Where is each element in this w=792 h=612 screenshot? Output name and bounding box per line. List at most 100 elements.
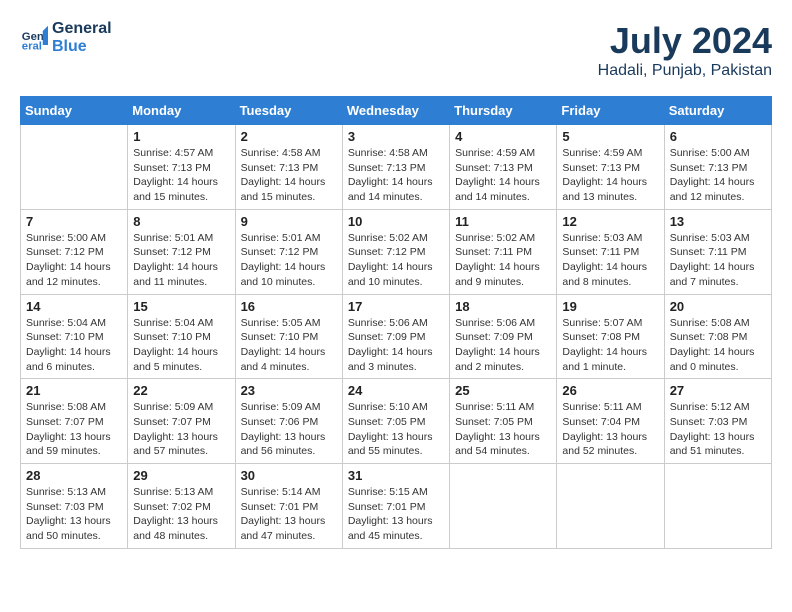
day-info: Sunrise: 5:14 AMSunset: 7:01 PMDaylight:… [241, 485, 337, 544]
calendar-cell: 14Sunrise: 5:04 AMSunset: 7:10 PMDayligh… [21, 294, 128, 379]
calendar-cell: 20 Sunrise: 5:08 AMSunset: 7:08 PMDayligh… [664, 294, 771, 379]
day-info: Sunrise: 5:06 AMSunset: 7:09 PMDaylight:… [348, 316, 444, 375]
calendar-cell: 25Sunrise: 5:11 AMSunset: 7:05 PMDayligh… [450, 379, 557, 464]
title-area: July 2024 Hadali, Punjab, Pakistan [598, 20, 772, 80]
calendar-header-row: SundayMondayTuesdayWednesdayThursdayFrid… [21, 97, 772, 125]
calendar-cell: 19Sunrise: 5:07 AMSunset: 7:08 PMDayligh… [557, 294, 664, 379]
day-info: Sunrise: 5:13 AMSunset: 7:03 PMDaylight:… [26, 485, 122, 544]
day-number: 26 [562, 383, 658, 398]
day-number: 28 [26, 468, 122, 483]
day-number: 7 [26, 214, 122, 229]
day-info: Sunrise: 5:04 AMSunset: 7:10 PMDaylight:… [133, 316, 229, 375]
day-info: Sunrise: 4:59 AMSunset: 7:13 PMDaylight:… [562, 146, 658, 205]
calendar-cell: 24 Sunrise: 5:10 AMSunset: 7:05 PMDayligh… [342, 379, 449, 464]
day-info: Sunrise: 5:00 AMSunset: 7:13 PMDaylight:… [670, 146, 766, 205]
calendar-cell: 10Sunrise: 5:02 AMSunset: 7:12 PMDayligh… [342, 209, 449, 294]
calendar-cell: 22 Sunrise: 5:09 AMSunset: 7:07 PMDayligh… [128, 379, 235, 464]
day-number: 16 [241, 299, 337, 314]
weekday-header: Thursday [450, 97, 557, 125]
calendar-cell: 3 Sunrise: 4:58 AMSunset: 7:13 PMDaylight… [342, 125, 449, 210]
weekday-header: Saturday [664, 97, 771, 125]
day-number: 20 [670, 299, 766, 314]
calendar-cell: 5 Sunrise: 4:59 AMSunset: 7:13 PMDaylight… [557, 125, 664, 210]
calendar-cell: 17 Sunrise: 5:06 AMSunset: 7:09 PMDayligh… [342, 294, 449, 379]
calendar-cell: 15 Sunrise: 5:04 AMSunset: 7:10 PMDayligh… [128, 294, 235, 379]
day-info: Sunrise: 5:01 AMSunset: 7:12 PMDaylight:… [241, 231, 337, 290]
day-info: Sunrise: 5:02 AMSunset: 7:11 PMDaylight:… [455, 231, 551, 290]
calendar-week-row: 7Sunrise: 5:00 AMSunset: 7:12 PMDaylight… [21, 209, 772, 294]
day-info: Sunrise: 4:58 AMSunset: 7:13 PMDaylight:… [348, 146, 444, 205]
day-info: Sunrise: 5:03 AMSunset: 7:11 PMDaylight:… [670, 231, 766, 290]
calendar-cell: 18Sunrise: 5:06 AMSunset: 7:09 PMDayligh… [450, 294, 557, 379]
calendar-cell [557, 464, 664, 549]
calendar-cell: 27 Sunrise: 5:12 AMSunset: 7:03 PMDayligh… [664, 379, 771, 464]
day-info: Sunrise: 5:02 AMSunset: 7:12 PMDaylight:… [348, 231, 444, 290]
calendar-cell [664, 464, 771, 549]
day-number: 6 [670, 129, 766, 144]
calendar-cell: 8 Sunrise: 5:01 AMSunset: 7:12 PMDaylight… [128, 209, 235, 294]
day-info: Sunrise: 5:03 AMSunset: 7:11 PMDaylight:… [562, 231, 658, 290]
weekday-header: Monday [128, 97, 235, 125]
calendar-cell [450, 464, 557, 549]
day-info: Sunrise: 4:59 AMSunset: 7:13 PMDaylight:… [455, 146, 551, 205]
calendar-cell: 16 Sunrise: 5:05 AMSunset: 7:10 PMDayligh… [235, 294, 342, 379]
calendar-cell: 13 Sunrise: 5:03 AMSunset: 7:11 PMDayligh… [664, 209, 771, 294]
calendar-cell: 26 Sunrise: 5:11 AMSunset: 7:04 PMDayligh… [557, 379, 664, 464]
weekday-header: Tuesday [235, 97, 342, 125]
day-info: Sunrise: 5:09 AMSunset: 7:06 PMDaylight:… [241, 400, 337, 459]
day-info: Sunrise: 5:10 AMSunset: 7:05 PMDaylight:… [348, 400, 444, 459]
day-number: 12 [562, 214, 658, 229]
calendar-cell: 1Sunrise: 4:57 AMSunset: 7:13 PMDaylight… [128, 125, 235, 210]
logo-icon: Gen eral [20, 24, 48, 52]
weekday-header: Sunday [21, 97, 128, 125]
weekday-header: Wednesday [342, 97, 449, 125]
logo: Gen eral General Blue [20, 20, 112, 55]
calendar-cell: 9Sunrise: 5:01 AMSunset: 7:12 PMDaylight… [235, 209, 342, 294]
calendar-cell: 30 Sunrise: 5:14 AMSunset: 7:01 PMDayligh… [235, 464, 342, 549]
day-info: Sunrise: 4:57 AMSunset: 7:13 PMDaylight:… [133, 146, 229, 205]
day-info: Sunrise: 5:05 AMSunset: 7:10 PMDaylight:… [241, 316, 337, 375]
calendar-week-row: 21Sunrise: 5:08 AMSunset: 7:07 PMDayligh… [21, 379, 772, 464]
day-number: 15 [133, 299, 229, 314]
svg-text:eral: eral [22, 40, 42, 52]
day-info: Sunrise: 5:08 AMSunset: 7:08 PMDaylight:… [670, 316, 766, 375]
calendar-cell [21, 125, 128, 210]
day-number: 11 [455, 214, 551, 229]
calendar-week-row: 14Sunrise: 5:04 AMSunset: 7:10 PMDayligh… [21, 294, 772, 379]
calendar-cell: 4Sunrise: 4:59 AMSunset: 7:13 PMDaylight… [450, 125, 557, 210]
calendar-cell: 7Sunrise: 5:00 AMSunset: 7:12 PMDaylight… [21, 209, 128, 294]
day-number: 24 [348, 383, 444, 398]
logo-blue: Blue [52, 38, 112, 56]
day-info: Sunrise: 5:15 AMSunset: 7:01 PMDaylight:… [348, 485, 444, 544]
calendar-cell: 28 Sunrise: 5:13 AMSunset: 7:03 PMDayligh… [21, 464, 128, 549]
day-number: 29 [133, 468, 229, 483]
day-number: 21 [26, 383, 122, 398]
day-number: 17 [348, 299, 444, 314]
day-info: Sunrise: 5:09 AMSunset: 7:07 PMDaylight:… [133, 400, 229, 459]
day-info: Sunrise: 5:04 AMSunset: 7:10 PMDaylight:… [26, 316, 122, 375]
day-info: Sunrise: 5:13 AMSunset: 7:02 PMDaylight:… [133, 485, 229, 544]
day-number: 22 [133, 383, 229, 398]
day-number: 2 [241, 129, 337, 144]
calendar-cell: 2Sunrise: 4:58 AMSunset: 7:13 PMDaylight… [235, 125, 342, 210]
calendar-cell: 11 Sunrise: 5:02 AMSunset: 7:11 PMDayligh… [450, 209, 557, 294]
day-info: Sunrise: 5:07 AMSunset: 7:08 PMDaylight:… [562, 316, 658, 375]
calendar-cell: 23 Sunrise: 5:09 AMSunset: 7:06 PMDayligh… [235, 379, 342, 464]
calendar-week-row: 1Sunrise: 4:57 AMSunset: 7:13 PMDaylight… [21, 125, 772, 210]
day-number: 5 [562, 129, 658, 144]
day-number: 30 [241, 468, 337, 483]
day-number: 13 [670, 214, 766, 229]
day-info: Sunrise: 5:11 AMSunset: 7:04 PMDaylight:… [562, 400, 658, 459]
calendar-table: SundayMondayTuesdayWednesdayThursdayFrid… [20, 96, 772, 549]
calendar-cell: 29 Sunrise: 5:13 AMSunset: 7:02 PMDayligh… [128, 464, 235, 549]
day-number: 25 [455, 383, 551, 398]
day-number: 3 [348, 129, 444, 144]
day-number: 27 [670, 383, 766, 398]
day-number: 23 [241, 383, 337, 398]
day-info: Sunrise: 5:01 AMSunset: 7:12 PMDaylight:… [133, 231, 229, 290]
day-number: 8 [133, 214, 229, 229]
calendar-week-row: 28 Sunrise: 5:13 AMSunset: 7:03 PMDayligh… [21, 464, 772, 549]
day-info: Sunrise: 5:06 AMSunset: 7:09 PMDaylight:… [455, 316, 551, 375]
day-info: Sunrise: 5:12 AMSunset: 7:03 PMDaylight:… [670, 400, 766, 459]
weekday-header: Friday [557, 97, 664, 125]
